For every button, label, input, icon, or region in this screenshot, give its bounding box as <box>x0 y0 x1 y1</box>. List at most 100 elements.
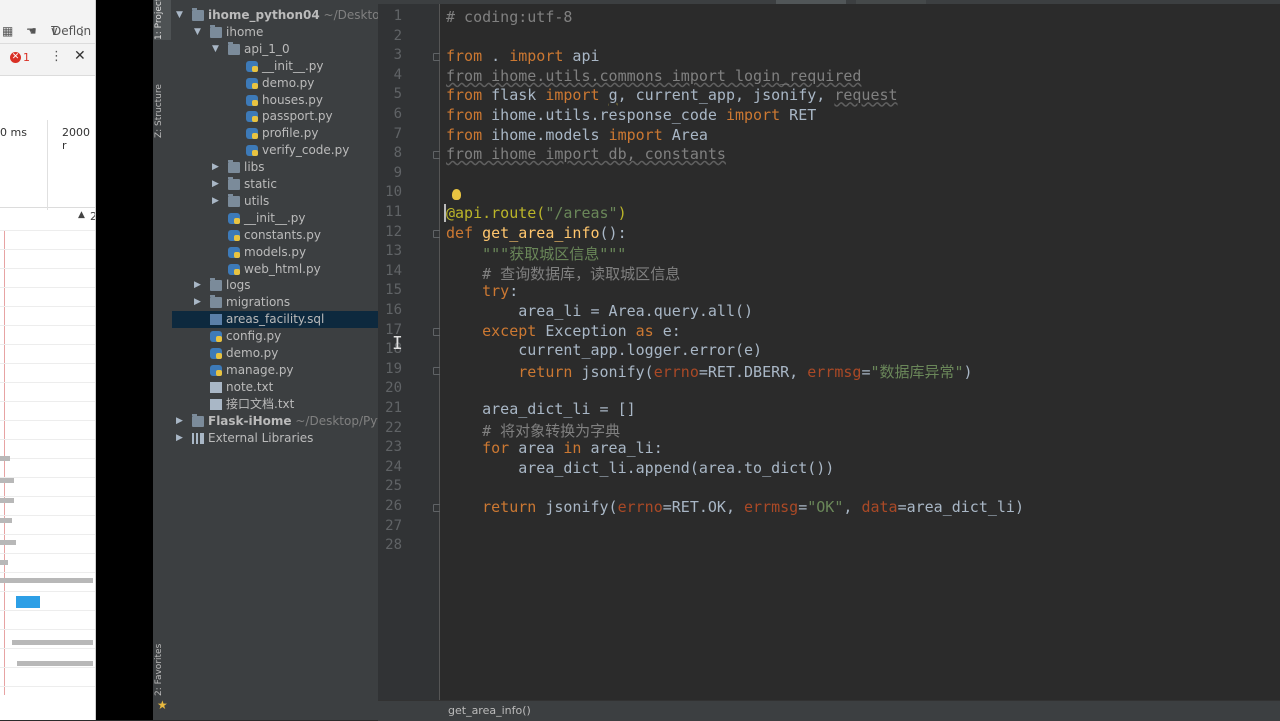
chevron-right-icon[interactable]: ▶ <box>176 430 183 447</box>
chevron-right-icon[interactable]: ▶ <box>212 193 219 210</box>
tree-item[interactable]: demo.py <box>172 345 378 362</box>
code-line[interactable]: from flask import g, current_app, jsonif… <box>446 86 898 104</box>
line-number[interactable]: 14 <box>378 263 402 279</box>
code-line[interactable]: """获取城区信息""" <box>446 243 626 264</box>
line-number[interactable]: 12 <box>378 224 402 240</box>
line-number[interactable]: 2 <box>378 28 402 44</box>
line-number[interactable]: 24 <box>378 459 402 475</box>
waterfall-row[interactable] <box>0 363 95 364</box>
waterfall-row[interactable] <box>0 534 95 535</box>
waterfall-row[interactable] <box>0 325 95 326</box>
tree-item[interactable]: ▶ External Libraries <box>172 430 378 447</box>
code-line[interactable]: # coding:utf-8 <box>446 8 572 26</box>
hand-icon[interactable]: ☚ <box>26 24 37 38</box>
chevron-down-icon[interactable]: ▼ <box>212 41 219 58</box>
chevron-right-icon[interactable]: ▶ <box>212 176 219 193</box>
code-line[interactable]: current_app.logger.error(e) <box>446 341 762 359</box>
chevron-down-icon[interactable]: ▼ <box>176 7 183 24</box>
more-vert-icon[interactable]: ⋮ <box>76 24 88 38</box>
waterfall-row[interactable] <box>0 648 95 649</box>
tree-item[interactable]: passport.py <box>172 108 378 125</box>
code-line[interactable]: try: <box>446 282 518 300</box>
waterfall-row[interactable] <box>0 306 95 307</box>
waterfall-bar[interactable] <box>0 478 14 483</box>
line-number[interactable]: 6 <box>378 106 402 122</box>
waterfall-bar-active[interactable] <box>16 596 40 608</box>
code-editor[interactable]: # coding:utf-8 from . import api from ihom… <box>440 4 1280 700</box>
line-number[interactable]: 21 <box>378 400 402 416</box>
line-number[interactable]: 3 <box>378 47 402 63</box>
sort-up-icon[interactable]: ▲ <box>78 210 85 220</box>
waterfall-row[interactable] <box>0 249 95 250</box>
tree-item[interactable]: ▶ utils <box>172 193 378 210</box>
waterfall-bar[interactable] <box>0 560 8 565</box>
filter-icon[interactable]: ⊽ <box>50 24 59 38</box>
line-number[interactable]: 25 <box>378 478 402 494</box>
waterfall-row[interactable] <box>0 477 95 478</box>
code-line[interactable]: except Exception as e: <box>446 322 681 340</box>
line-number[interactable]: 15 <box>378 282 402 298</box>
tab-favorites[interactable]: 2: Favorites <box>154 640 171 696</box>
tree-item[interactable]: ▼ ihome_python04 ~/Desktop/P <box>172 7 378 24</box>
line-number[interactable]: 13 <box>378 243 402 259</box>
error-icon[interactable]: ✕ <box>10 52 21 63</box>
waterfall-bar[interactable] <box>17 661 93 666</box>
waterfall-row[interactable] <box>0 401 95 402</box>
tree-item[interactable]: manage.py <box>172 362 378 379</box>
waterfall-row[interactable] <box>0 458 95 459</box>
tree-item[interactable]: houses.py <box>172 92 378 109</box>
tree-item[interactable]: constants.py <box>172 227 378 244</box>
line-number[interactable]: 27 <box>378 518 402 534</box>
waterfall-bar[interactable] <box>0 498 14 503</box>
devtools-menu-icon[interactable]: ⋮ <box>50 49 63 64</box>
tree-item[interactable]: ▶ Flask-iHome ~/Desktop/Pytho <box>172 413 378 430</box>
waterfall-row[interactable] <box>0 230 95 231</box>
waterfall-row[interactable] <box>0 667 95 668</box>
line-number[interactable]: 11 <box>378 204 402 220</box>
code-line[interactable]: from . import api <box>446 47 600 65</box>
waterfall-bar[interactable] <box>0 578 93 583</box>
line-number[interactable]: 4 <box>378 67 402 83</box>
waterfall-row[interactable] <box>0 553 95 554</box>
close-icon[interactable]: ✕ <box>74 48 86 64</box>
tree-item[interactable]: areas_facility.sql <box>172 311 378 329</box>
inspect-icon[interactable]: ▦ <box>2 24 13 38</box>
waterfall-bar[interactable] <box>0 518 12 523</box>
tree-item[interactable]: note.txt <box>172 379 378 396</box>
waterfall-row[interactable] <box>0 591 95 592</box>
star-icon[interactable]: ★ <box>157 698 168 712</box>
line-number[interactable]: 8 <box>378 145 402 161</box>
waterfall-row[interactable] <box>0 382 95 383</box>
waterfall-row[interactable] <box>0 420 95 421</box>
tree-item[interactable]: ▶ static <box>172 176 378 193</box>
tab-structure[interactable]: Z: Structure <box>154 70 171 138</box>
line-number[interactable]: 7 <box>378 126 402 142</box>
tree-item[interactable]: __init__.py <box>172 210 378 227</box>
tree-item[interactable]: ▶ logs <box>172 277 378 294</box>
code-line[interactable]: def get_area_info(): <box>446 224 627 242</box>
breadcrumb-item[interactable]: get_area_info() <box>448 704 531 717</box>
line-number[interactable]: 1 <box>378 8 402 24</box>
waterfall-row[interactable] <box>0 572 95 573</box>
waterfall-row[interactable] <box>0 610 95 611</box>
chevron-right-icon[interactable]: ▶ <box>194 277 201 294</box>
tree-item[interactable]: web_html.py <box>172 261 378 278</box>
line-number[interactable]: 20 <box>378 380 402 396</box>
code-line[interactable]: from ihome import db, constants <box>446 145 726 163</box>
code-line[interactable]: # 将对象转换为字典 <box>446 420 620 441</box>
tab-project[interactable]: 1: Project <box>154 0 171 40</box>
code-line[interactable]: return jsonify(errno=RET.DBERR, errmsg="… <box>446 361 972 382</box>
tree-item[interactable]: demo.py <box>172 75 378 92</box>
waterfall-bar[interactable] <box>12 640 93 645</box>
waterfall-row[interactable] <box>0 287 95 288</box>
line-number[interactable]: 19 <box>378 361 402 377</box>
code-line[interactable]: from ihome.utils.commons import login_re… <box>446 67 861 85</box>
waterfall-row[interactable] <box>0 629 95 630</box>
waterfall-bar[interactable] <box>0 540 16 545</box>
waterfall-row[interactable] <box>0 439 95 440</box>
waterfall-row[interactable] <box>0 268 95 269</box>
waterfall-row[interactable] <box>0 344 95 345</box>
error-count[interactable]: 1 <box>23 51 30 64</box>
tree-item[interactable]: ▶ migrations <box>172 294 378 311</box>
code-line[interactable]: area_li = Area.query.all() <box>446 302 753 320</box>
